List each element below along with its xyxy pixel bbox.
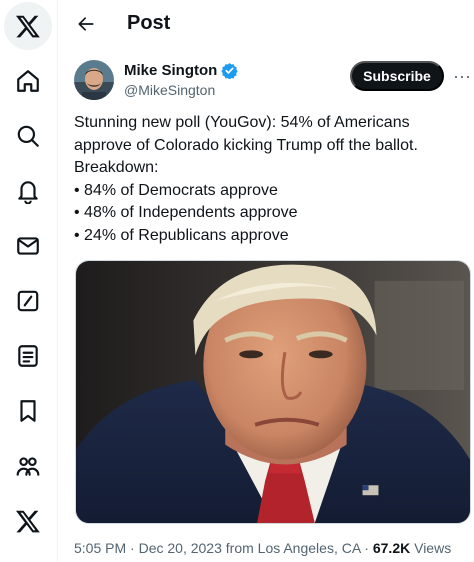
back-arrow-icon[interactable]	[70, 8, 102, 40]
subscribe-button[interactable]: Subscribe	[350, 61, 444, 91]
author-name[interactable]: Mike Sington	[124, 62, 239, 79]
search-icon[interactable]	[4, 112, 52, 160]
tweet-bullet: • 48% of Independents approve	[74, 204, 298, 221]
post-meta: 5:05 PM · Dec 20, 2023 from Los Angeles,…	[74, 540, 451, 556]
home-icon[interactable]	[4, 57, 52, 105]
notifications-icon[interactable]	[4, 167, 52, 215]
tweet-text: Stunning new poll (YouGov): 54% of Ameri…	[74, 112, 470, 247]
messages-icon[interactable]	[4, 222, 52, 270]
post-date-location[interactable]: Dec 20, 2023 from Los Angeles, CA	[139, 540, 361, 556]
communities-icon[interactable]	[4, 442, 52, 490]
verified-badge-icon	[221, 63, 239, 79]
tweet-bullet: • 84% of Democrats approve	[74, 181, 278, 199]
tweet-line: Stunning new poll (YouGov): 54% of Ameri…	[74, 114, 410, 131]
grok-icon[interactable]	[4, 277, 52, 325]
views-count: 67.2K	[372, 540, 411, 556]
tweet-line: approve of Colorado kicking Trump off th…	[74, 136, 418, 154]
author-name-text[interactable]: Mike Sington	[124, 62, 217, 79]
post-header: Post	[58, 0, 474, 48]
author-handle[interactable]: @MikeSington	[124, 82, 215, 98]
views-label: Views	[414, 540, 452, 556]
avatar[interactable]	[74, 60, 114, 100]
x-logo-icon[interactable]	[4, 2, 52, 50]
premium-icon[interactable]	[4, 497, 52, 545]
bookmarks-icon[interactable]	[4, 387, 52, 435]
lists-icon[interactable]	[4, 332, 52, 380]
page-title: Post	[127, 12, 171, 34]
sidebar-nav	[0, 0, 58, 562]
tweet-bullet: • 24% of Republicans approve	[74, 226, 289, 244]
post-time[interactable]: 5:05 PM	[74, 540, 126, 556]
tweet-photo[interactable]	[75, 260, 471, 524]
meta-separator: ·	[130, 540, 135, 556]
more-options-icon[interactable]: ···	[451, 62, 473, 90]
meta-separator: ·	[364, 540, 369, 556]
tweet-line: Breakdown:	[74, 159, 159, 176]
